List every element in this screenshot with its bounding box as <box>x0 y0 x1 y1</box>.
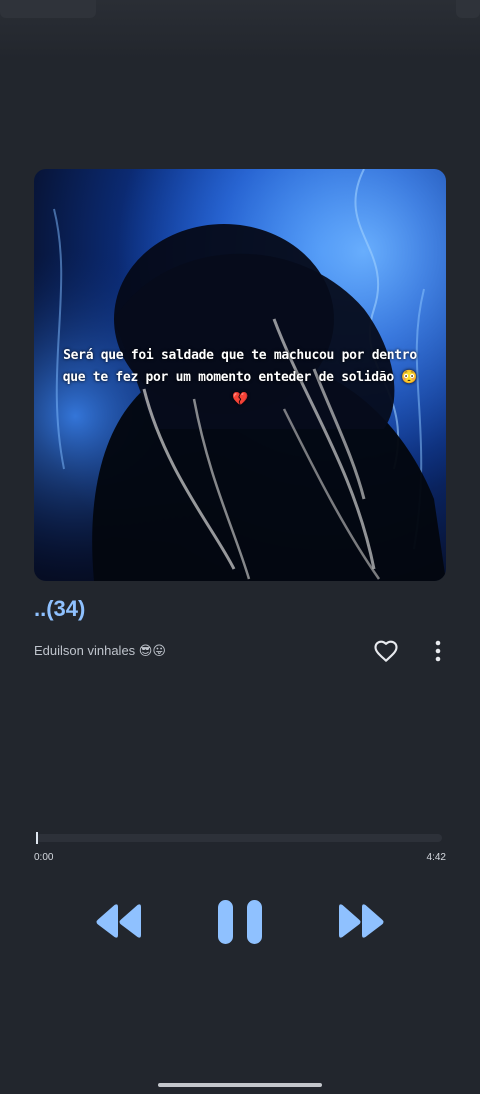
elapsed-time: 0:00 <box>34 852 54 863</box>
heart-outline-icon <box>374 640 398 662</box>
album-artwork: Será que foi saldade que te machucou por… <box>34 169 446 581</box>
pause-icon <box>218 900 262 944</box>
track-title: ..(34) <box>34 596 86 621</box>
status-bar <box>0 0 480 22</box>
pause-button[interactable] <box>216 898 264 946</box>
artist-name[interactable]: Eduilson vinhales 😎😛 <box>34 643 166 659</box>
more-options-button[interactable] <box>428 638 448 664</box>
artwork-caption: Será que foi saldade que te machucou por… <box>62 348 418 407</box>
seek-bar-thumb[interactable] <box>36 832 38 844</box>
rewind-button[interactable] <box>94 898 144 944</box>
home-indicator[interactable] <box>158 1083 322 1087</box>
music-player-screen: Será que foi saldade que te machucou por… <box>0 0 480 1094</box>
fast-forward-icon <box>339 904 384 938</box>
seek-bar[interactable] <box>36 834 442 842</box>
more-vertical-icon <box>435 640 441 662</box>
rewind-icon <box>96 904 141 938</box>
fast-forward-button[interactable] <box>336 898 386 944</box>
total-duration: 4:42 <box>426 852 446 863</box>
status-bar-left <box>0 0 96 18</box>
like-button[interactable] <box>372 637 400 665</box>
status-bar-right <box>456 0 480 18</box>
